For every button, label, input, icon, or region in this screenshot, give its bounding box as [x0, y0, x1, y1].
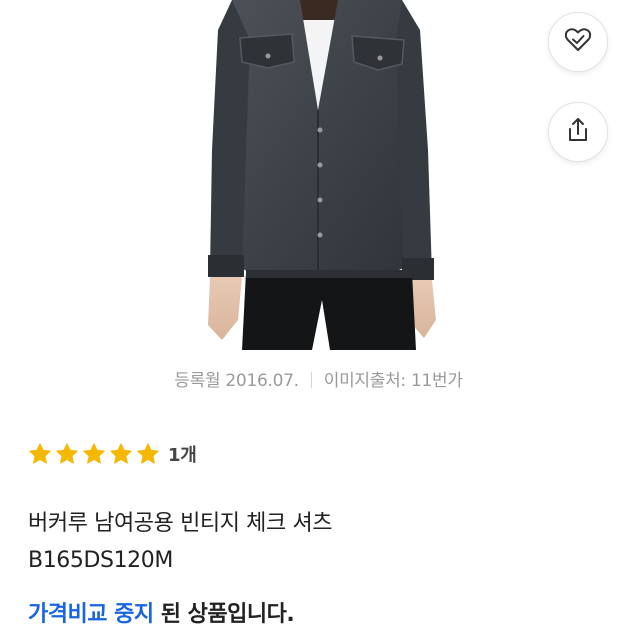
registered-date: 등록월 2016.07. [174, 371, 299, 391]
product-photo [208, 0, 436, 350]
meta-divider [310, 372, 312, 388]
share-icon [564, 116, 592, 148]
product-title: 버커루 남여공용 빈티지 체크 셔츠 B165DS120M [28, 505, 608, 579]
star-icon [29, 443, 51, 464]
product-image[interactable] [0, 0, 637, 350]
image-source: 이미지출처: 11번가 [323, 371, 463, 391]
product-model-code: B165DS120M [28, 548, 173, 573]
star-rating [28, 442, 163, 466]
star-icon [83, 443, 105, 464]
star-icon [110, 443, 132, 464]
wishlist-button[interactable] [548, 12, 608, 72]
star-icon [56, 443, 78, 464]
price-compare-notice: 가격비교 중지 된 상품입니다. [28, 596, 295, 628]
product-meta: 등록월 2016.07. 이미지출처: 11번가 [0, 366, 637, 391]
notice-highlight: 가격비교 중지 [28, 602, 154, 627]
heart-check-icon [563, 25, 593, 59]
review-count: 1개 [168, 445, 197, 466]
share-button[interactable] [548, 102, 608, 162]
star-icon [137, 443, 159, 464]
product-title-line: 버커루 남여공용 빈티지 체크 셔츠 [28, 511, 333, 536]
rating[interactable]: 1개 [28, 441, 197, 467]
notice-text: 된 상품입니다. [160, 602, 295, 627]
